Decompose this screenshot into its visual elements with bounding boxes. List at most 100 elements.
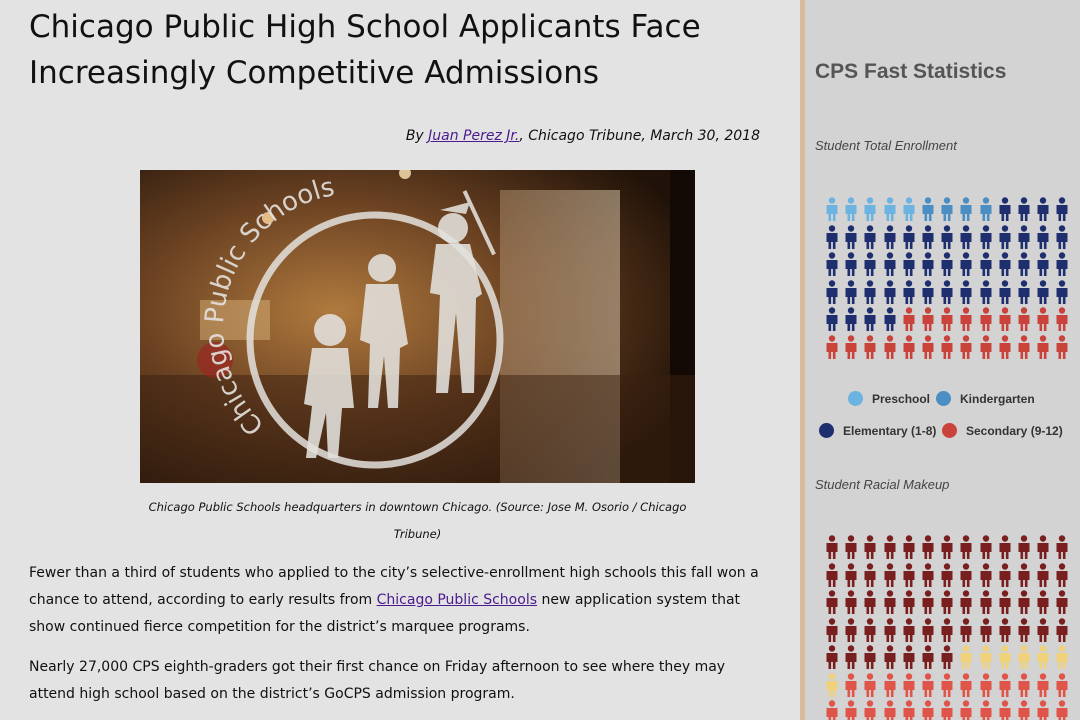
legend-dot-icon [936, 391, 951, 406]
person-icon [998, 252, 1012, 276]
person-icon [825, 562, 839, 587]
person-icon [902, 590, 916, 614]
person-icon [844, 590, 858, 614]
person-icon [921, 252, 935, 276]
person-icon [863, 307, 877, 331]
person-icon [844, 279, 858, 304]
person-icon [979, 279, 993, 304]
person-icon [959, 334, 973, 359]
person-icon [1017, 334, 1031, 359]
legend-dot-icon [819, 423, 834, 438]
person-icon [863, 535, 877, 559]
person-icon [921, 279, 935, 304]
person-icon [863, 279, 877, 304]
person-icon [883, 700, 897, 720]
byline-suffix: , Chicago Tribune, March 30, 2018 [519, 128, 760, 144]
person-icon [940, 535, 954, 559]
photo-illustration: Chicago Public Schools [140, 170, 695, 483]
person-icon [998, 279, 1012, 304]
person-icon [844, 672, 858, 697]
person-icon [1017, 224, 1031, 249]
person-icon [1017, 590, 1031, 614]
person-icon [959, 224, 973, 249]
article-byline: By Juan Perez Jr., Chicago Tribune, Marc… [0, 128, 760, 144]
person-icon [940, 307, 954, 331]
person-icon [883, 334, 897, 359]
person-icon [902, 224, 916, 249]
person-icon [1055, 562, 1069, 587]
person-icon [902, 334, 916, 359]
byline-prefix: By [405, 128, 429, 144]
person-icon [1055, 700, 1069, 720]
enrollment-label: Student Total Enrollment [815, 138, 957, 153]
person-icon [1036, 334, 1050, 359]
person-icon [959, 672, 973, 697]
person-icon [940, 197, 954, 221]
person-icon [940, 672, 954, 697]
person-icon [979, 700, 993, 720]
person-icon [1055, 252, 1069, 276]
person-icon [940, 700, 954, 720]
person-icon [863, 645, 877, 669]
person-icon [1036, 197, 1050, 221]
person-icon [940, 590, 954, 614]
person-icon [825, 700, 839, 720]
person-icon [1055, 334, 1069, 359]
photo-caption: Chicago Public Schools headquarters in d… [148, 500, 687, 541]
person-icon [940, 252, 954, 276]
person-icon [844, 197, 858, 221]
person-icon [998, 700, 1012, 720]
person-icon [844, 700, 858, 720]
legend-dot-icon [942, 423, 957, 438]
person-icon [825, 224, 839, 249]
person-icon [902, 252, 916, 276]
article-paragraph-1: Fewer than a third of students who appli… [29, 560, 774, 641]
person-icon [998, 224, 1012, 249]
sidebar-title: CPS Fast Statistics [815, 60, 1007, 83]
person-icon [1055, 617, 1069, 642]
person-icon [1036, 279, 1050, 304]
person-icon [825, 617, 839, 642]
person-icon [1017, 672, 1031, 697]
legend-label: Elementary (1-8) [843, 423, 937, 438]
person-icon [1036, 617, 1050, 642]
author-link[interactable]: Juan Perez Jr. [428, 128, 519, 144]
person-icon [1036, 562, 1050, 587]
person-icon [883, 645, 897, 669]
person-icon [844, 535, 858, 559]
person-icon [844, 645, 858, 669]
person-icon [1017, 700, 1031, 720]
person-icon [902, 562, 916, 587]
person-icon [921, 700, 935, 720]
person-icon [844, 562, 858, 587]
article-photo: Chicago Public Schools [140, 170, 695, 483]
person-icon [959, 645, 973, 669]
person-icon [998, 535, 1012, 559]
person-icon [979, 590, 993, 614]
person-icon [863, 590, 877, 614]
person-icon [883, 252, 897, 276]
person-icon [825, 252, 839, 276]
person-icon [979, 197, 993, 221]
person-icon [940, 279, 954, 304]
cps-link[interactable]: Chicago Public Schools [377, 592, 537, 608]
person-icon [883, 279, 897, 304]
person-icon [883, 590, 897, 614]
person-icon [998, 562, 1012, 587]
person-icon [1036, 252, 1050, 276]
person-icon [883, 672, 897, 697]
person-icon [979, 645, 993, 669]
person-icon [921, 672, 935, 697]
person-icon [959, 590, 973, 614]
legend-label: Kindergarten [960, 391, 1035, 406]
person-icon [979, 252, 993, 276]
person-icon [883, 307, 897, 331]
person-icon [940, 617, 954, 642]
person-icon [825, 197, 839, 221]
person-icon [998, 590, 1012, 614]
person-icon [1017, 535, 1031, 559]
person-icon [1017, 562, 1031, 587]
person-icon [1036, 700, 1050, 720]
person-icon [921, 307, 935, 331]
person-icon [844, 617, 858, 642]
